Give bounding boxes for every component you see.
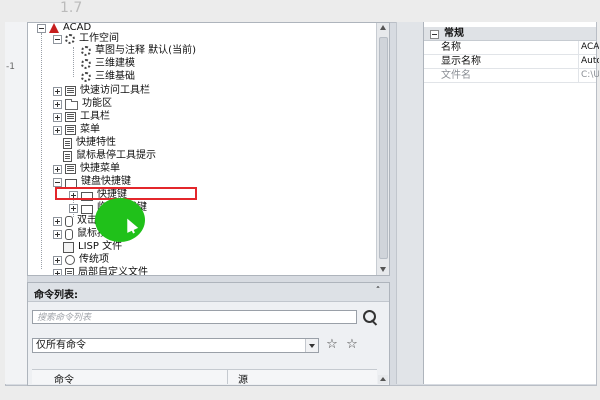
command-list-panel: 命令列表: ˆ 搜索命令列表 仅所有命令 ☆ ☆ 命令 源 (27, 282, 390, 386)
tree-node-label: 草图与注释 默认(当前) (95, 45, 196, 56)
collapse-icon[interactable] (430, 30, 439, 39)
property-row-name[interactable]: 名称 ACAD (424, 41, 599, 55)
scroll-down-icon[interactable] (380, 267, 386, 272)
expand-icon[interactable] (53, 229, 62, 239)
tree-node-label: 快捷特性 (76, 137, 116, 148)
tree-node-label: 三维建模 (95, 58, 135, 69)
mouse-icon (65, 215, 73, 227)
collapse-icon[interactable] (53, 34, 62, 44)
property-key: 显示名称 (441, 56, 481, 67)
tree-node-partial-customization-files[interactable]: 局部自定义文件 (53, 267, 148, 276)
property-group-label: 常规 (444, 28, 464, 39)
property-value[interactable]: AutoCAD (578, 55, 599, 68)
column-header-command[interactable]: 命令 (54, 371, 74, 386)
property-group-general[interactable]: 常规 (424, 27, 596, 41)
property-value: C:\U (578, 69, 599, 82)
tree-node-label: 传统项 (79, 254, 109, 265)
command-filter-select[interactable]: 仅所有命令 (32, 338, 319, 353)
tree-node-workspace-3d-modeling[interactable]: 三维建模 (81, 58, 135, 70)
new-command-icon[interactable]: ☆ (324, 338, 340, 352)
background-ghost-text: 1.7 (60, 0, 83, 16)
gear-icon (65, 34, 75, 44)
expand-icon[interactable] (69, 203, 78, 213)
tree-node-label: LISP 文件 (78, 241, 123, 252)
tree-node-label: 工作空间 (79, 33, 119, 44)
command-table-header: 命令 源 (32, 369, 377, 386)
expand-icon[interactable] (53, 268, 62, 275)
tree-node-ribbon[interactable]: 功能区 (53, 98, 112, 110)
tree-node-rollover-tooltips[interactable]: 鼠标悬停工具提示 (63, 150, 156, 162)
folder-icon (65, 98, 78, 110)
chevron-down-icon[interactable] (305, 339, 318, 352)
command-list-header: 命令列表: ˆ (28, 283, 389, 302)
clock-icon (65, 255, 75, 265)
expand-icon[interactable] (53, 112, 62, 122)
tree-scrollbar[interactable] (376, 23, 389, 275)
document-icon (65, 267, 74, 275)
mouse-icon (65, 228, 73, 240)
acad-icon (49, 23, 59, 33)
tree-node-workspace-drafting[interactable]: 草图与注释 默认(当前) (81, 45, 196, 57)
property-value[interactable]: ACAD (578, 41, 599, 54)
gear-icon (81, 59, 91, 69)
tree-node-label: 三维基础 (95, 71, 135, 82)
menu-icon (65, 164, 76, 174)
gear-icon (81, 72, 91, 82)
tree-node-shortcut-menus[interactable]: 快捷菜单 (53, 163, 120, 175)
left-ghost-text: -1 (6, 62, 15, 72)
expand-icon[interactable] (53, 216, 62, 226)
keyboard-icon (81, 204, 93, 214)
toolbar-icon (65, 112, 76, 122)
tree-node-label: 功能区 (82, 98, 112, 109)
lisp-icon (63, 241, 74, 253)
cursor-highlight (95, 198, 145, 242)
property-key: 文件名 (441, 70, 471, 81)
tree-node-lisp-files[interactable]: LISP 文件 (63, 241, 122, 253)
command-search-input[interactable]: 搜索命令列表 (32, 310, 357, 324)
filter-selected-value: 仅所有命令 (36, 340, 86, 351)
document-icon (63, 150, 72, 162)
tree-node-quick-access-toolbars[interactable]: 快速访问工具栏 (53, 85, 150, 97)
toolbar-icon (65, 86, 76, 96)
property-key: 名称 (441, 42, 461, 53)
tree-node-label: 菜单 (80, 124, 100, 135)
tree-node-label: 工具栏 (80, 111, 110, 122)
gear-icon (81, 46, 91, 56)
scroll-up-icon[interactable] (380, 25, 386, 30)
tree-node-menus[interactable]: 菜单 (53, 124, 100, 136)
properties-panel: 常规 名称 ACAD 显示名称 AutoCAD 文件名 C:\U (423, 22, 599, 384)
collapse-panel-button[interactable]: ˆ (372, 286, 384, 298)
tree-node-legacy[interactable]: 传统项 (53, 254, 109, 266)
left-dock-strip: -1 (5, 22, 28, 384)
favorite-command-icon[interactable]: ☆ (344, 338, 360, 352)
expand-icon[interactable] (53, 164, 62, 174)
command-list-scrollbar[interactable] (378, 375, 388, 384)
tree-node-label: 局部自定义文件 (78, 267, 148, 276)
customizations-tree[interactable]: ACAD 工作空间 草图与注释 默认(当前) 三维建模 三维基础 快速访问工具栏… (27, 22, 390, 276)
collapse-icon[interactable] (53, 177, 62, 187)
tree-node-workspaces[interactable]: 工作空间 (53, 33, 119, 45)
tree-node-toolbars[interactable]: 工具栏 (53, 111, 110, 123)
tree-node-label: 快速访问工具栏 (80, 85, 150, 96)
property-row-file-name: 文件名 C:\U (424, 69, 599, 83)
expand-icon[interactable] (53, 99, 62, 109)
scrollbar-thumb[interactable] (379, 37, 388, 259)
menu-icon (65, 125, 76, 135)
tree-node-label: 鼠标悬停工具提示 (76, 150, 156, 161)
panel-divider[interactable] (396, 22, 424, 384)
document-icon (63, 137, 72, 149)
command-list-title: 命令列表: (34, 290, 78, 301)
tree-node-label: 快捷菜单 (80, 163, 120, 174)
collapse-icon[interactable] (37, 23, 46, 33)
expand-icon[interactable] (53, 125, 62, 135)
expand-icon[interactable] (53, 86, 62, 96)
column-header-source[interactable]: 源 (238, 371, 248, 386)
expand-icon[interactable] (53, 255, 62, 265)
column-divider[interactable] (227, 370, 228, 384)
property-row-display-name[interactable]: 显示名称 AutoCAD (424, 55, 599, 69)
search-icon[interactable] (361, 308, 379, 326)
tree-node-workspace-3d-basics[interactable]: 三维基础 (81, 71, 135, 83)
tree-node-quick-properties[interactable]: 快捷特性 (63, 137, 116, 149)
